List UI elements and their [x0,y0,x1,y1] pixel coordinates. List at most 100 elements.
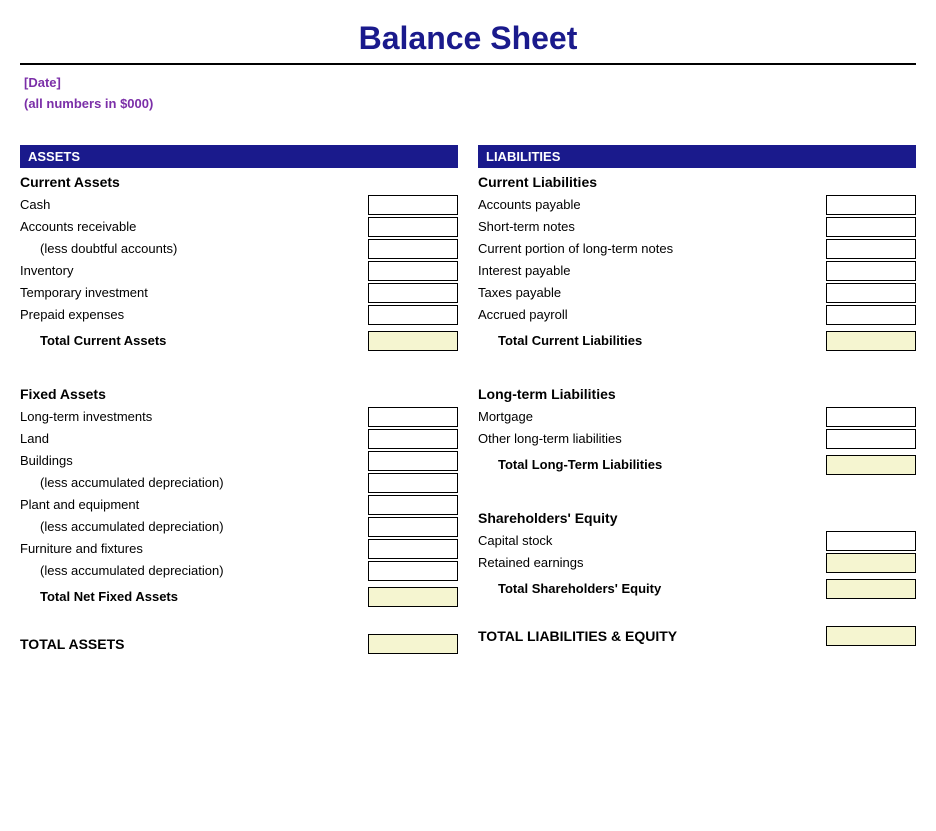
capital-stock-input[interactable] [826,531,916,551]
land-row: Land [20,428,458,450]
total-current-assets-label: Total Current Assets [20,333,368,348]
land-label: Land [20,431,368,446]
assets-header: ASSETS [20,145,458,168]
temp-investment-label: Temporary investment [20,285,368,300]
buildings-label: Buildings [20,453,368,468]
current-portion-longterm-input[interactable] [826,239,916,259]
inventory-label: Inventory [20,263,368,278]
interest-payable-row: Interest payable [478,260,916,282]
other-longterm-label: Other long-term liabilities [478,431,826,446]
cash-input[interactable] [368,195,458,215]
total-equity-label: Total Shareholders' Equity [478,581,826,596]
total-equity-row: Total Shareholders' Equity [478,576,916,602]
interest-payable-input[interactable] [826,261,916,281]
assets-column: ASSETS Current Assets Cash Accounts rece… [20,145,458,658]
mortgage-row: Mortgage [478,406,916,428]
fixed-assets-title: Fixed Assets [20,386,458,402]
total-assets-input[interactable] [368,634,458,654]
capital-stock-label: Capital stock [478,533,826,548]
retained-earnings-row: Retained earnings [478,552,916,574]
furniture-fixtures-label: Furniture and fixtures [20,541,368,556]
accounts-receivable-label: Accounts receivable [20,219,368,234]
longterm-investments-row: Long-term investments [20,406,458,428]
accounts-payable-input[interactable] [826,195,916,215]
accounts-receivable-row: Accounts receivable [20,216,458,238]
longterm-investments-label: Long-term investments [20,409,368,424]
less-accum-dep3-input[interactable] [368,561,458,581]
accounts-payable-row: Accounts payable [478,194,916,216]
short-term-notes-label: Short-term notes [478,219,826,234]
cash-row: Cash [20,194,458,216]
less-accum-dep1-input[interactable] [368,473,458,493]
liabilities-column: LIABILITIES Current Liabilities Accounts… [478,145,916,658]
liabilities-header: LIABILITIES [478,145,916,168]
accrued-payroll-row: Accrued payroll [478,304,916,326]
accrued-payroll-input[interactable] [826,305,916,325]
numbers-note: (all numbers in $000) [24,94,916,115]
total-equity-input[interactable] [826,579,916,599]
short-term-notes-input[interactable] [826,217,916,237]
current-liabilities-title: Current Liabilities [478,174,916,190]
capital-stock-row: Capital stock [478,530,916,552]
less-accum-dep1-row: (less accumulated depreciation) [20,472,458,494]
temp-investment-row: Temporary investment [20,282,458,304]
taxes-payable-row: Taxes payable [478,282,916,304]
current-portion-longterm-label: Current portion of long-term notes [478,241,826,256]
prepaid-expenses-label: Prepaid expenses [20,307,368,322]
less-accum-dep2-input[interactable] [368,517,458,537]
land-input[interactable] [368,429,458,449]
total-current-assets-input[interactable] [368,331,458,351]
total-longterm-liabilities-label: Total Long-Term Liabilities [478,457,826,472]
equity-title: Shareholders' Equity [478,510,916,526]
retained-earnings-label: Retained earnings [478,555,826,570]
other-longterm-input[interactable] [826,429,916,449]
current-portion-longterm-row: Current portion of long-term notes [478,238,916,260]
total-current-assets-row: Total Current Assets [20,328,458,354]
total-fixed-assets-row: Total Net Fixed Assets [20,584,458,610]
total-liabilities-equity-label: TOTAL LIABILITIES & EQUITY [478,628,677,644]
total-current-liabilities-input[interactable] [826,331,916,351]
short-term-notes-row: Short-term notes [478,216,916,238]
less-accum-dep2-label: (less accumulated depreciation) [20,519,368,534]
page-title: Balance Sheet [20,10,916,65]
buildings-input[interactable] [368,451,458,471]
retained-earnings-input[interactable] [826,553,916,573]
total-assets-label: TOTAL ASSETS [20,636,125,652]
current-assets-title: Current Assets [20,174,458,190]
furniture-fixtures-input[interactable] [368,539,458,559]
total-fixed-assets-label: Total Net Fixed Assets [20,589,368,604]
taxes-payable-label: Taxes payable [478,285,826,300]
total-liabilities-equity-row: TOTAL LIABILITIES & EQUITY [478,622,916,650]
taxes-payable-input[interactable] [826,283,916,303]
plant-equipment-input[interactable] [368,495,458,515]
prepaid-expenses-input[interactable] [368,305,458,325]
accounts-payable-label: Accounts payable [478,197,826,212]
total-longterm-liabilities-row: Total Long-Term Liabilities [478,452,916,478]
furniture-fixtures-row: Furniture and fixtures [20,538,458,560]
accounts-receivable-input[interactable] [368,217,458,237]
total-assets-row: TOTAL ASSETS [20,630,458,658]
plant-equipment-row: Plant and equipment [20,494,458,516]
interest-payable-label: Interest payable [478,263,826,278]
total-current-liabilities-label: Total Current Liabilities [478,333,826,348]
buildings-row: Buildings [20,450,458,472]
total-fixed-assets-input[interactable] [368,587,458,607]
inventory-row: Inventory [20,260,458,282]
less-accum-dep3-row: (less accumulated depreciation) [20,560,458,582]
other-longterm-row: Other long-term liabilities [478,428,916,450]
less-doubtful-label: (less doubtful accounts) [20,241,368,256]
accrued-payroll-label: Accrued payroll [478,307,826,322]
less-doubtful-input[interactable] [368,239,458,259]
longterm-investments-input[interactable] [368,407,458,427]
longterm-liabilities-title: Long-term Liabilities [478,386,916,402]
inventory-input[interactable] [368,261,458,281]
mortgage-input[interactable] [826,407,916,427]
cash-label: Cash [20,197,368,212]
temp-investment-input[interactable] [368,283,458,303]
plant-equipment-label: Plant and equipment [20,497,368,512]
less-accum-dep1-label: (less accumulated depreciation) [20,475,368,490]
mortgage-label: Mortgage [478,409,826,424]
total-longterm-liabilities-input[interactable] [826,455,916,475]
date-label: [Date] [24,73,916,94]
total-liabilities-equity-input[interactable] [826,626,916,646]
